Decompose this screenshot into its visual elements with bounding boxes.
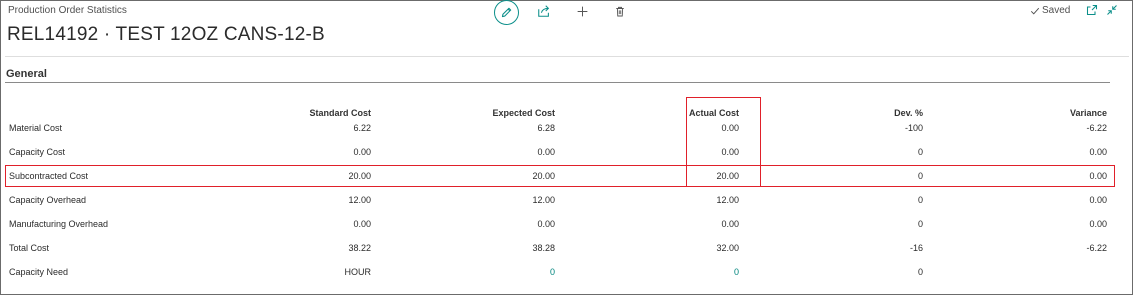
action-toolbar bbox=[494, 0, 634, 26]
dev-percent-value: 0 bbox=[917, 267, 923, 277]
variance-value: -6.22 bbox=[1086, 123, 1107, 133]
edit-button[interactable] bbox=[494, 0, 519, 25]
collapse-icon[interactable] bbox=[1106, 4, 1118, 16]
share-icon bbox=[537, 4, 551, 18]
standard-cost-value: 0.00 bbox=[353, 147, 371, 157]
section-header-general[interactable]: General bbox=[6, 68, 47, 80]
expected-cost-value: 12.00 bbox=[532, 195, 555, 205]
page-title: REL14192 · TEST 12OZ CANS-12-B bbox=[7, 24, 325, 45]
table-row: Capacity Need HOUR 0 0 0 bbox=[0, 267, 1133, 281]
table-row: Manufacturing Overhead 0.00 0.00 0.00 0 … bbox=[0, 219, 1133, 233]
expected-cost-value: 38.28 bbox=[532, 243, 555, 253]
variance-value: 0.00 bbox=[1089, 147, 1107, 157]
expected-cost-value: 0.00 bbox=[537, 219, 555, 229]
table-header: Standard Cost Expected Cost Actual Cost … bbox=[0, 108, 1133, 122]
row-label: Material Cost bbox=[9, 123, 63, 133]
page-caption: Production Order Statistics bbox=[8, 5, 127, 16]
check-icon bbox=[1030, 6, 1040, 16]
column-header-standard-cost: Standard Cost bbox=[309, 108, 371, 118]
standard-cost-value: 6.22 bbox=[353, 123, 371, 133]
open-new-window-icon[interactable] bbox=[1086, 4, 1098, 16]
save-status-label: Saved bbox=[1042, 5, 1071, 16]
dev-percent-value: -100 bbox=[904, 123, 923, 133]
subcontracted-cost-row-highlight bbox=[5, 165, 1115, 187]
expected-capacity-need-link[interactable]: 0 bbox=[550, 267, 555, 277]
variance-value: 0.00 bbox=[1089, 195, 1107, 205]
actual-cost-value: 32.00 bbox=[716, 243, 739, 253]
delete-icon bbox=[614, 5, 626, 18]
capacity-need-unit: HOUR bbox=[344, 267, 372, 277]
column-header-variance: Variance bbox=[1069, 108, 1107, 118]
table-row: Capacity Overhead 12.00 12.00 12.00 0 0.… bbox=[0, 195, 1133, 209]
new-button[interactable] bbox=[574, 3, 590, 19]
standard-cost-value: 12.00 bbox=[348, 195, 371, 205]
column-header-dev-percent: Dev. % bbox=[894, 108, 923, 118]
row-label: Capacity Need bbox=[9, 267, 69, 277]
standard-cost-value: 38.22 bbox=[348, 243, 371, 253]
share-button[interactable] bbox=[536, 3, 552, 19]
table-row: Capacity Cost 0.00 0.00 0.00 0 0.00 bbox=[0, 147, 1133, 161]
row-label: Capacity Cost bbox=[9, 147, 66, 157]
variance-value: 0.00 bbox=[1089, 219, 1107, 229]
dev-percent-value: 0 bbox=[917, 219, 923, 229]
actual-capacity-need-link[interactable]: 0 bbox=[734, 267, 739, 277]
dev-percent-value: 0 bbox=[917, 147, 923, 157]
expected-cost-value: 0.00 bbox=[537, 147, 555, 157]
actual-cost-value: 12.00 bbox=[716, 195, 739, 205]
expected-cost-value: 6.28 bbox=[537, 123, 555, 133]
column-header-expected-cost: Expected Cost bbox=[492, 108, 555, 118]
actual-cost-value: 0.00 bbox=[721, 219, 739, 229]
dev-percent-value: -16 bbox=[909, 243, 923, 253]
delete-button[interactable] bbox=[612, 3, 628, 19]
save-status: Saved bbox=[1030, 5, 1070, 16]
table-row: Material Cost 6.22 6.28 0.00 -100 -6.22 bbox=[0, 123, 1133, 137]
add-icon bbox=[576, 5, 589, 18]
table-row: Total Cost 38.22 38.28 32.00 -16 -6.22 bbox=[0, 243, 1133, 257]
title-divider bbox=[5, 56, 1129, 57]
row-label: Manufacturing Overhead bbox=[9, 219, 109, 229]
dev-percent-value: 0 bbox=[917, 195, 923, 205]
row-label: Total Cost bbox=[9, 243, 50, 253]
variance-value: -6.22 bbox=[1086, 243, 1107, 253]
row-label: Capacity Overhead bbox=[9, 195, 87, 205]
standard-cost-value: 0.00 bbox=[353, 219, 371, 229]
window-controls bbox=[1086, 4, 1122, 18]
section-divider bbox=[5, 82, 1110, 83]
edit-icon bbox=[500, 6, 513, 19]
